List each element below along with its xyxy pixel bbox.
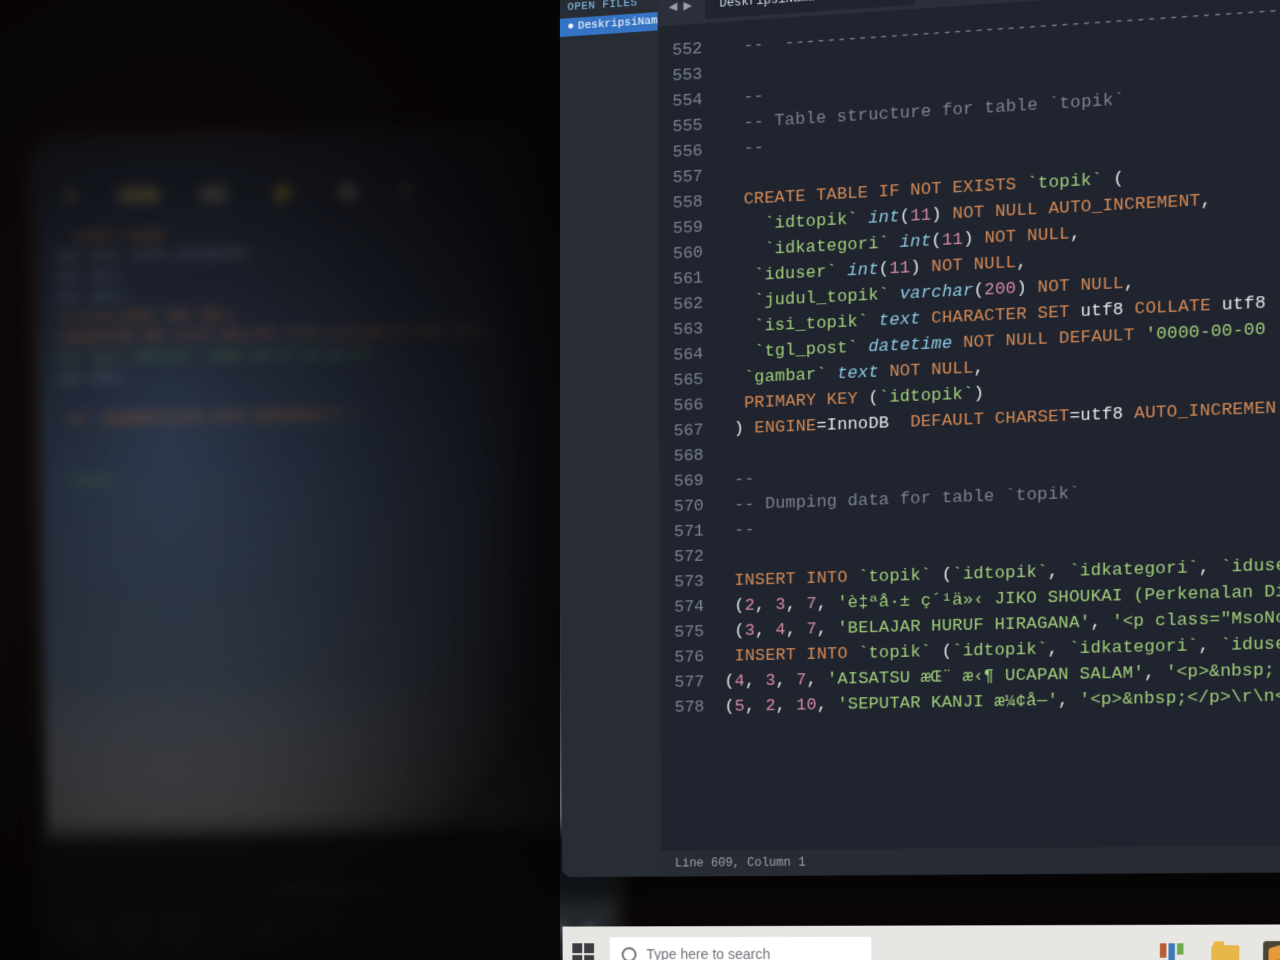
file-explorer-icon[interactable] bbox=[1211, 945, 1239, 960]
windows-taskbar: Type here to search bbox=[562, 924, 1280, 960]
modified-dot-icon: ● bbox=[567, 21, 574, 34]
open-files-sidebar[interactable]: OPEN FILES ●DeskripsiNama bbox=[557, 0, 661, 877]
next-tab-icon[interactable]: ▶ bbox=[680, 0, 695, 14]
phone-camera-toolbar: + HDR AI ⚡ ⚙ ≡ bbox=[35, 162, 602, 226]
phone-mirrored-code: `judul_topik` NOT NULL AUTO_INCREMENT, N… bbox=[36, 216, 607, 494]
taskbar-tray bbox=[1160, 941, 1280, 960]
cursor-position: Line 609, Column 1 bbox=[675, 856, 806, 871]
foreground-phone: ◦••• + HDR AI ⚡ ⚙ ≡ `judul_topik` NOT NU… bbox=[23, 120, 628, 960]
search-icon bbox=[622, 947, 637, 960]
code-viewport[interactable]: 5525535545555565575585595605615625635645… bbox=[658, 0, 1280, 851]
line-number-gutter: 5525535545555565575585595605615625635645… bbox=[658, 23, 717, 851]
code-content[interactable]: -- -------------------------------------… bbox=[714, 0, 1280, 850]
library-icon[interactable] bbox=[1160, 943, 1188, 960]
editor-status-bar: Line 609, Column 1 bbox=[661, 845, 1280, 877]
prev-tab-icon[interactable]: ◀ bbox=[666, 0, 681, 15]
phone-status-bar: ◦••• bbox=[35, 132, 601, 172]
search-placeholder: Type here to search bbox=[646, 946, 770, 960]
taskbar-search-input[interactable]: Type here to search bbox=[610, 937, 872, 960]
laptop-screen: OPEN FILES ●DeskripsiNama ◀ ▶ DeskripsiN… bbox=[557, 0, 1280, 956]
code-editor-window: OPEN FILES ●DeskripsiNama ◀ ▶ DeskripsiN… bbox=[557, 0, 1280, 877]
windows-start-icon[interactable] bbox=[572, 943, 594, 960]
sublime-text-icon[interactable] bbox=[1263, 941, 1280, 960]
